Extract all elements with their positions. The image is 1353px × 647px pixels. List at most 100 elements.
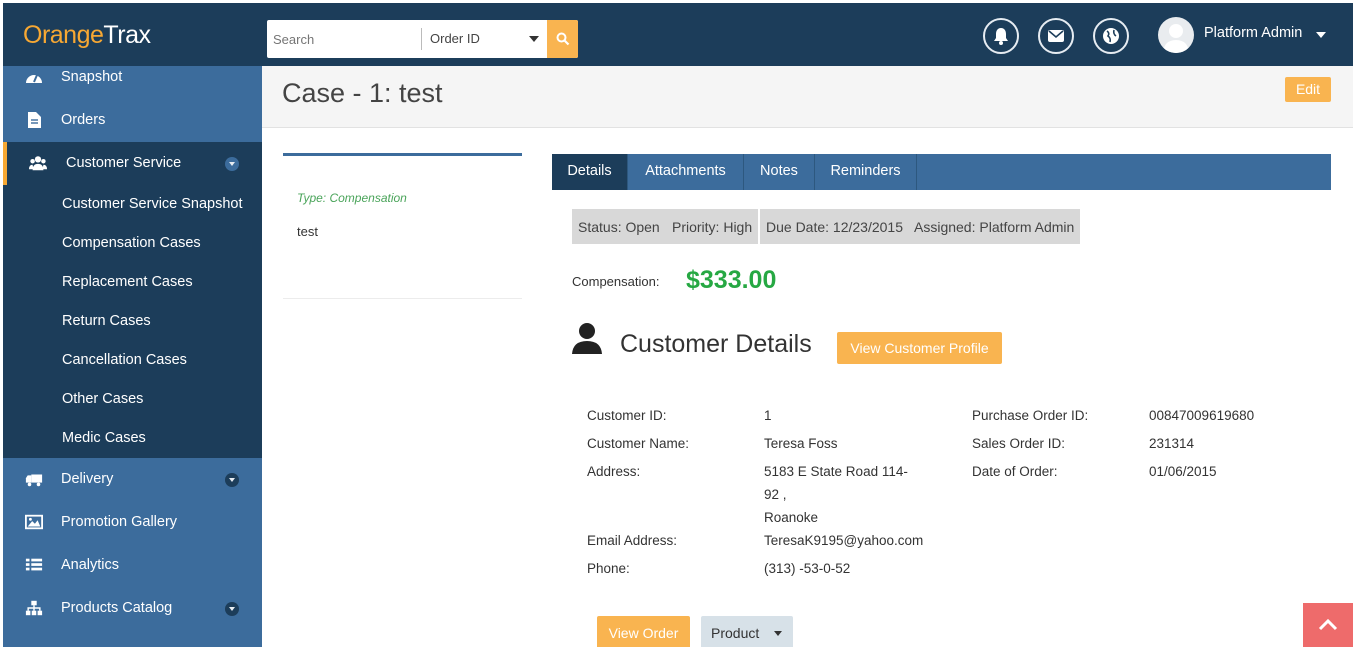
compensation-value: $333.00 (686, 266, 777, 294)
page-header: Case - 1: test Edit (262, 66, 1353, 128)
priority-badge: Priority: High (666, 209, 759, 244)
sidebar-item-delivery[interactable]: Delivery (3, 458, 262, 501)
case-summary-divider (283, 153, 522, 156)
submenu-item-return[interactable]: Return Cases (62, 313, 151, 329)
caret-down-icon (529, 36, 539, 42)
submenu-item-cancellation[interactable]: Cancellation Cases (62, 352, 187, 368)
sidebar-item-label: Promotion Gallery (61, 514, 178, 530)
users-icon (29, 156, 47, 171)
chevron-up-icon (1318, 619, 1338, 631)
case-type: Type: Compensation (297, 191, 407, 205)
submenu-item-medic[interactable]: Medic Cases (62, 430, 146, 446)
sidebar-item-products-catalog[interactable]: Products Catalog (3, 587, 262, 630)
sales-order-label: Sales Order ID: (972, 436, 1066, 451)
sidebar-item-label: Delivery (61, 471, 114, 487)
email-value: TeresaK9195@yahoo.com (764, 533, 924, 548)
submenu-item-other[interactable]: Other Cases (62, 391, 143, 407)
sales-order-value: 231314 (1149, 436, 1195, 451)
case-summary-bottom-divider (283, 298, 522, 299)
tab-reminders[interactable]: Reminders (815, 154, 917, 190)
submenu-item-compensation[interactable]: Compensation Cases (62, 235, 201, 251)
search-input[interactable] (267, 20, 419, 58)
search-button[interactable] (547, 20, 578, 58)
user-name[interactable]: Platform Admin (1204, 25, 1302, 41)
image-icon (25, 514, 43, 530)
address-label: Address: (587, 464, 641, 479)
scroll-to-top-button[interactable] (1303, 603, 1353, 647)
purchase-order-value: 00847009619680 (1149, 408, 1255, 423)
submenu-item-replacement[interactable]: Replacement Cases (62, 274, 193, 290)
status-badge: Status: Open (572, 209, 666, 244)
user-menu-caret-icon[interactable] (1316, 32, 1326, 38)
bell-icon (994, 28, 1008, 45)
sidebar: Snapshot Orders Customer Service Custome… (3, 66, 262, 647)
phone-value: (313) -53-0-52 (764, 561, 851, 576)
sidebar-item-customer-service[interactable]: Customer Service (3, 142, 262, 185)
list-icon (25, 558, 43, 571)
customer-id-label: Customer ID: (587, 408, 667, 423)
notifications-button[interactable] (983, 18, 1019, 54)
sidebar-item-label: Snapshot (61, 69, 123, 85)
search-type-value: Order ID (430, 31, 480, 46)
tab-notes[interactable]: Notes (744, 154, 815, 190)
chevron-down-icon (225, 157, 239, 171)
address-line1: 5183 E State Road 114- (764, 464, 908, 479)
purchase-order-label: Purchase Order ID: (972, 408, 1089, 423)
submenu-item-cs-snapshot[interactable]: Customer Service Snapshot (62, 196, 243, 212)
customer-name-label: Customer Name: (587, 436, 690, 451)
customer-details-heading: Customer Details (620, 330, 812, 358)
sitemap-icon (25, 600, 43, 616)
sidebar-item-label: Customer Service (66, 155, 182, 171)
logo-orange-text: range (41, 21, 104, 49)
phone-label: Phone: (587, 561, 630, 576)
truck-icon (25, 474, 43, 487)
app-logo[interactable]: OrangeTrax (23, 21, 151, 50)
globe-button[interactable] (1093, 18, 1129, 54)
address-line3: Roanoke (764, 510, 819, 525)
messages-button[interactable] (1038, 18, 1074, 54)
search-icon (556, 32, 569, 46)
sidebar-item-promotion-gallery[interactable]: Promotion Gallery (3, 501, 262, 544)
product-dropdown-button[interactable]: Product (701, 616, 793, 647)
search-bar: Order ID (267, 20, 578, 58)
case-description: test (297, 224, 318, 239)
sidebar-item-label: Analytics (61, 557, 120, 573)
address-line2: 92 , (764, 487, 787, 502)
search-divider (421, 28, 422, 50)
sidebar-item-analytics[interactable]: Analytics (3, 544, 262, 587)
sidebar-item-snapshot[interactable]: Snapshot (3, 66, 262, 99)
envelope-icon (1048, 30, 1064, 42)
email-label: Email Address: (587, 533, 678, 548)
document-icon (28, 112, 41, 128)
order-date-label: Date of Order: (972, 464, 1058, 479)
customer-service-submenu: Customer Service Snapshot Compensation C… (3, 185, 262, 458)
sidebar-item-orders[interactable]: Orders (3, 99, 262, 142)
customer-name-value: Teresa Foss (764, 436, 838, 451)
chevron-down-icon (225, 602, 239, 616)
compensation-label: Compensation: (572, 274, 660, 289)
order-date-value: 01/06/2015 (1149, 464, 1217, 479)
sidebar-item-label: Orders (61, 112, 106, 128)
top-navbar: OrangeTrax Order ID Platform Admin (3, 3, 1353, 66)
view-order-button[interactable]: View Order (597, 616, 690, 647)
search-type-select[interactable]: Order ID (424, 20, 547, 58)
edit-button[interactable]: Edit (1285, 77, 1331, 102)
case-tabs: Details Attachments Notes Reminders (552, 154, 1331, 190)
view-customer-profile-button[interactable]: View Customer Profile (837, 332, 1002, 364)
globe-icon (1103, 28, 1119, 44)
caret-down-icon (774, 631, 782, 636)
due-date-badge: Due Date: 12/23/2015 (760, 209, 909, 244)
user-silhouette-icon (1163, 24, 1189, 53)
logo-trax-text: Trax (103, 21, 151, 49)
tab-details[interactable]: Details (552, 154, 628, 190)
user-icon (572, 323, 602, 354)
logo-mark-letter: O (23, 21, 42, 49)
tab-attachments[interactable]: Attachments (628, 154, 744, 190)
dashboard-icon (26, 74, 42, 83)
chevron-down-icon (225, 473, 239, 487)
customer-id-value: 1 (764, 408, 772, 423)
avatar[interactable] (1158, 17, 1194, 53)
page-title: Case - 1: test (282, 78, 443, 108)
product-dropdown-label: Product (711, 625, 760, 641)
sidebar-item-label: Products Catalog (61, 600, 173, 616)
